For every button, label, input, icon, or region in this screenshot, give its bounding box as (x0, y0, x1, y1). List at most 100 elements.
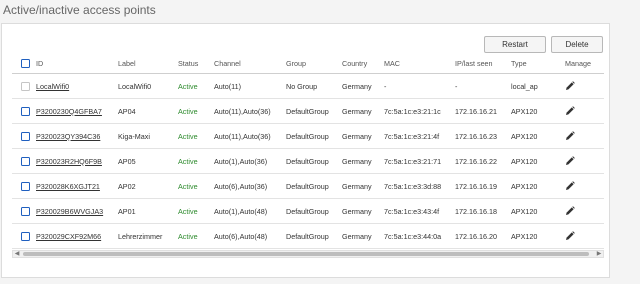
ap-ip: - (455, 81, 458, 91)
arrow-right-icon[interactable]: ▶ (595, 251, 603, 257)
ap-type: APX120 (511, 206, 538, 216)
table-row: P320029B6WVGJA3 AP01 Active Auto(1),Auto… (12, 199, 604, 224)
ap-country: Germany (342, 106, 372, 116)
ap-country: Germany (342, 156, 372, 166)
ap-id-link[interactable]: P320028K6XGJT21 (36, 182, 100, 191)
status-badge: Active (178, 106, 198, 116)
ap-mac: 7c:5a:1c:e3:3d:88 (384, 181, 442, 191)
scrollbar-thumb[interactable] (23, 252, 589, 256)
pencil-icon[interactable] (565, 156, 575, 166)
horizontal-scrollbar[interactable]: ◀ ▶ (12, 250, 604, 258)
ap-channel: Auto(1),Auto(48) (214, 206, 268, 216)
status-badge: Active (178, 131, 198, 141)
row-checkbox[interactable] (20, 156, 30, 166)
ap-channel: Auto(1),Auto(36) (214, 156, 268, 166)
ap-mac: 7c:5a:1c:e3:21:1c (384, 106, 441, 116)
table-header-row: ID Label Status Channel Group Country MA… (12, 54, 604, 74)
status-badge: Active (178, 81, 198, 91)
ap-country: Germany (342, 81, 372, 91)
ap-channel: Auto(11),Auto(36) (214, 106, 271, 116)
header-status[interactable]: Status (178, 59, 214, 68)
ap-type: local_ap (511, 81, 538, 91)
ap-id-link[interactable]: P3200230Q4GFBA7 (36, 107, 102, 116)
ap-type: APX120 (511, 106, 538, 116)
ap-mac: 7c:5a:1c:e3:44:0a (384, 231, 442, 241)
row-checkbox (20, 81, 30, 91)
status-badge: Active (178, 231, 198, 241)
ap-id-link[interactable]: P320029CXF92M66 (36, 232, 101, 241)
row-checkbox[interactable] (20, 181, 30, 191)
header-mac[interactable]: MAC (384, 59, 455, 68)
pencil-icon[interactable] (565, 181, 575, 191)
delete-button[interactable]: Delete (551, 36, 603, 53)
ap-country: Germany (342, 131, 372, 141)
toolbar: Restart Delete (484, 36, 603, 53)
header-group[interactable]: Group (286, 59, 342, 68)
ap-id-link[interactable]: P320023R2HQ6F9B (36, 157, 102, 166)
ap-label: AP04 (118, 106, 136, 116)
ap-ip: 172.16.16.19 (455, 181, 497, 191)
ap-ip: 172.16.16.23 (455, 131, 497, 141)
page-title: Active/inactive access points (3, 3, 156, 17)
ap-ip: 172.16.16.20 (455, 231, 497, 241)
ap-ip: 172.16.16.22 (455, 156, 497, 166)
ap-group: DefaultGroup (286, 156, 329, 166)
row-checkbox[interactable] (20, 131, 30, 141)
ap-channel: Auto(11),Auto(36) (214, 131, 271, 141)
ap-id-link[interactable]: LocalWifi0 (36, 82, 69, 91)
pencil-icon[interactable] (565, 131, 575, 141)
header-ip[interactable]: IP/last seen (455, 59, 511, 68)
pencil-icon[interactable] (565, 81, 575, 91)
header-id[interactable]: ID (36, 59, 118, 68)
ap-group: DefaultGroup (286, 231, 329, 241)
status-badge: Active (178, 206, 198, 216)
status-badge: Active (178, 156, 198, 166)
ap-channel: Auto(11) (214, 81, 242, 91)
ap-mac: 7c:5a:1c:e3:21:71 (384, 156, 442, 166)
ap-mac: - (384, 81, 387, 91)
restart-button[interactable]: Restart (484, 36, 546, 53)
ap-id-link[interactable]: P320029B6WVGJA3 (36, 207, 103, 216)
ap-type: APX120 (511, 156, 538, 166)
ap-label: LocalWifi0 (118, 81, 152, 91)
row-checkbox[interactable] (20, 206, 30, 216)
pencil-icon[interactable] (565, 206, 575, 216)
table-row: LocalWifi0 LocalWifi0 Active Auto(11) No… (12, 74, 604, 99)
ap-channel: Auto(6),Auto(48) (214, 231, 268, 241)
ap-label: Lehrerzimmer (118, 231, 163, 241)
header-manage: Manage (565, 59, 591, 68)
select-all-checkbox[interactable] (20, 59, 30, 68)
header-channel[interactable]: Channel (214, 59, 286, 68)
pencil-icon[interactable] (565, 106, 575, 116)
table-row: P320029CXF92M66 Lehrerzimmer Active Auto… (12, 224, 604, 249)
ap-group: DefaultGroup (286, 206, 329, 216)
status-badge: Active (178, 181, 198, 191)
header-type[interactable]: Type (511, 59, 559, 68)
row-checkbox[interactable] (20, 106, 30, 116)
ap-ip: 172.16.16.18 (455, 206, 497, 216)
ap-type: APX120 (511, 181, 538, 191)
header-country[interactable]: Country (342, 59, 384, 68)
ap-mac: 7c:5a:1c:e3:21:4f (384, 131, 440, 141)
ap-group: No Group (286, 81, 318, 91)
ap-id-link[interactable]: P320023QY394C36 (36, 132, 100, 141)
ap-country: Germany (342, 206, 372, 216)
ap-type: APX120 (511, 231, 538, 241)
ap-label: Kiga-Maxi (118, 131, 150, 141)
ap-group: DefaultGroup (286, 131, 329, 141)
table-row: P320023R2HQ6F9B AP05 Active Auto(1),Auto… (12, 149, 604, 174)
table-row: P3200230Q4GFBA7 AP04 Active Auto(11),Aut… (12, 99, 604, 124)
ap-channel: Auto(6),Auto(36) (214, 181, 268, 191)
access-points-table: ID Label Status Channel Group Country MA… (12, 54, 604, 249)
ap-country: Germany (342, 181, 372, 191)
table-row: P320028K6XGJT21 AP02 Active Auto(6),Auto… (12, 174, 604, 199)
header-label[interactable]: Label (118, 59, 178, 68)
row-checkbox[interactable] (20, 231, 30, 241)
arrow-left-icon[interactable]: ◀ (13, 251, 21, 257)
ap-mac: 7c:5a:1c:e3:43:4f (384, 206, 440, 216)
select-all-cell (12, 59, 36, 68)
pencil-icon[interactable] (565, 231, 575, 241)
ap-label: AP05 (118, 156, 136, 166)
ap-country: Germany (342, 231, 372, 241)
access-points-panel: Restart Delete ID Label Status Channel G… (1, 23, 610, 278)
